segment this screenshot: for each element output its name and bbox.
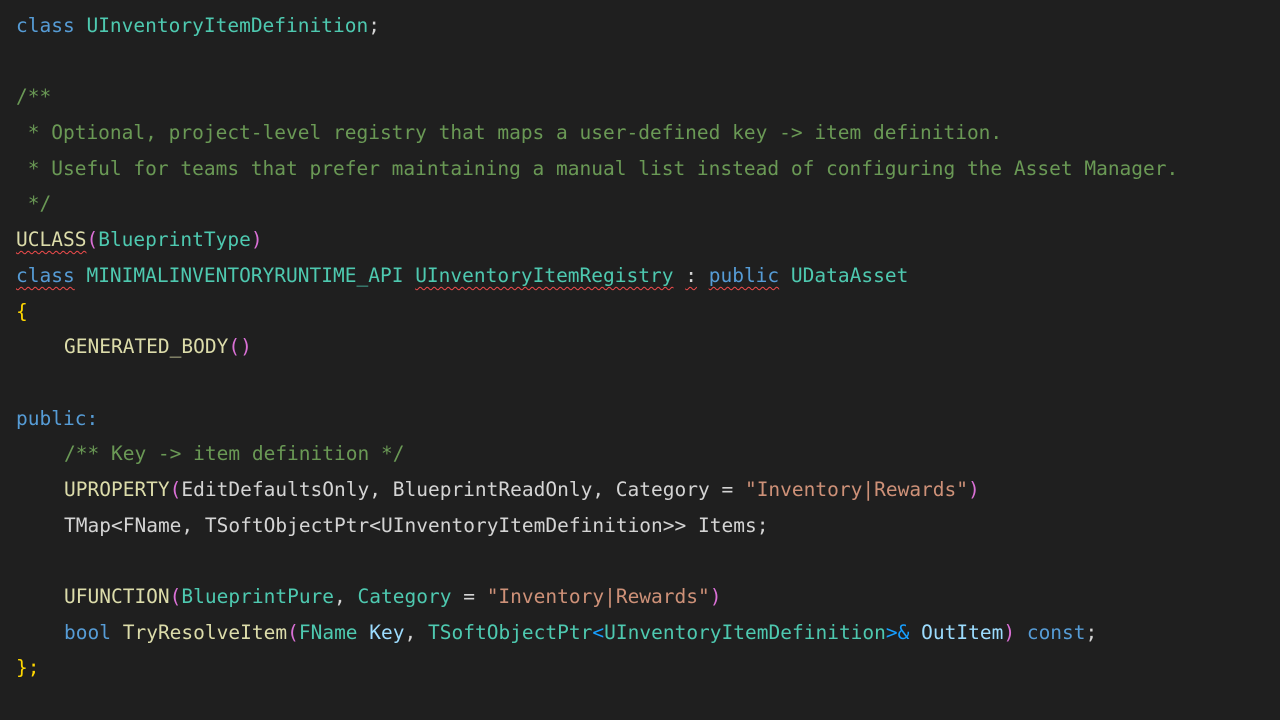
code-line-9: { [16,294,1280,330]
type: FName, [122,513,205,537]
macro-generated-body: GENERATED_BODY [64,335,229,359]
code-line-3: /** [16,79,1280,115]
punctuation: , [404,620,429,644]
comment: * Useful for teams that prefer maintaini… [16,156,1179,180]
punctuation: < [592,620,605,644]
type: UInventoryItemDefinition [381,513,663,537]
brace: }; [16,656,40,680]
paren: ) [968,477,980,501]
access-specifier: public: [16,406,99,430]
punctuation: : [685,263,697,287]
code-line-6: */ [16,186,1280,222]
keyword: class [16,14,75,37]
paren: ( [169,477,182,501]
punctuation: ; [368,14,380,37]
code-line-14: UPROPERTY(EditDefaultsOnly, BlueprintRea… [16,472,1280,508]
param-type: UInventoryItemDefinition [604,620,886,644]
punctuation: >& [885,620,910,644]
keyword: bool [64,620,111,644]
keyword: const [1026,620,1086,644]
paren: () [228,335,252,359]
code-line-8: class MINIMALINVENTORYRUNTIME_API UInven… [16,258,1280,294]
comment: * Optional, project-level registry that … [16,121,1003,145]
param-name: OutItem [921,620,1004,644]
paren: ) [709,585,722,608]
class-name: UInventoryItemRegistry [415,263,674,287]
punctuation: >> [662,513,699,537]
specifier: Category [357,585,452,608]
code-line-15: TMap<FName, TSoftObjectPtr<UInventoryIte… [16,508,1280,544]
type: TMap [64,513,111,537]
field-name: Items [698,513,757,537]
code-line-1: class UInventoryItemDefinition; [16,8,1280,44]
comment: /** Key -> item definition */ [64,442,405,466]
type: TSoftObjectPtr [204,513,370,537]
function-name: TryResolveItem [122,620,288,644]
paren: ( [169,585,182,608]
paren: ) [1003,620,1016,644]
string: "Inventory|Rewards" [486,585,710,608]
param-type: FName [298,620,358,644]
punctuation: = [451,585,487,608]
code-line-7: UCLASS(BlueprintType) [16,222,1280,258]
punctuation: < [369,513,382,537]
keyword: class [16,263,75,287]
punctuation: ; [756,513,769,537]
string: "Inventory|Rewards" [744,477,969,501]
api-macro: MINIMALINVENTORYRUNTIME_API [86,263,404,287]
macro-uclass: UCLASS [16,228,87,252]
brace: { [16,299,28,323]
code-line-18: bool TryResolveItem(FName Key, TSoftObje… [16,615,1280,651]
punctuation: ; [1085,620,1098,644]
code-line-10: GENERATED_BODY() [16,329,1280,365]
code-line-4: * Optional, project-level registry that … [16,115,1280,151]
paren: ( [287,620,299,644]
specifiers: EditDefaultsOnly, BlueprintReadOnly, Cat… [181,477,745,501]
comment: /** [16,85,52,109]
specifier: BlueprintPure [181,585,335,608]
code-line-13: /** Key -> item definition */ [16,436,1280,472]
paren: ) [250,228,263,252]
param-type: TSoftObjectPtr [428,620,593,644]
code-line-19: }; [16,650,1280,686]
comment: */ [16,192,52,216]
code-line-17: UFUNCTION(BlueprintPure, Category = "Inv… [16,579,1280,615]
class-name: UInventoryItemDefinition [86,14,369,37]
code-line-12: public: [16,401,1280,437]
base-class: UDataAsset [790,263,909,287]
paren: ( [86,228,99,252]
macro-ufunction: UFUNCTION [64,585,170,608]
macro-uproperty: UPROPERTY [64,477,170,501]
code-editor[interactable]: class UInventoryItemDefinition; /** * Op… [0,0,1280,720]
punctuation: < [110,513,123,537]
specifier: BlueprintType [98,228,251,252]
code-line-5: * Useful for teams that prefer maintaini… [16,151,1280,187]
param-name: Key [369,620,405,644]
keyword: public [708,263,780,287]
punctuation: , [334,585,358,608]
